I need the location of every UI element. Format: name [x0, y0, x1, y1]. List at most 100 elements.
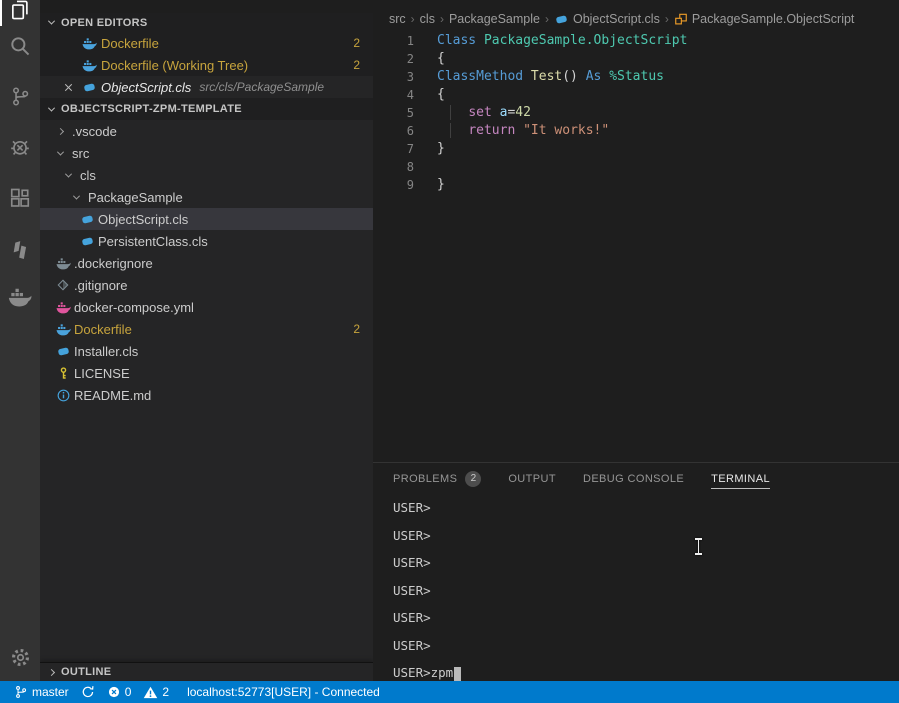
panel-tab-debug-console[interactable]: DEBUG CONSOLE — [583, 463, 684, 494]
terminal-prompt-line: USER> — [393, 494, 899, 522]
tree-item-dockerfile[interactable]: Dockerfile2 — [40, 318, 373, 340]
code-line-9[interactable]: 9} — [373, 176, 899, 194]
diamond-icon — [56, 278, 74, 292]
breadcrumb-packagesample-objectscript[interactable]: PackageSample.ObjectScript — [674, 12, 855, 26]
key-icon — [56, 366, 74, 381]
outline-section-header[interactable]: OUTLINE — [40, 662, 373, 681]
workspace-section-header[interactable]: OBJECTSCRIPT-ZPM-TEMPLATE — [40, 98, 373, 120]
breadcrumb-separator: › — [439, 12, 445, 26]
code-line-4[interactable]: 4{ — [373, 86, 899, 104]
code-line-2[interactable]: 2{ — [373, 50, 899, 68]
line-number: 3 — [373, 68, 414, 86]
code-line-7[interactable]: 7} — [373, 140, 899, 158]
code-line-1[interactable]: 1Class PackageSample.ObjectScript — [373, 32, 899, 50]
tree-item-dockerignore[interactable]: .dockerignore — [40, 252, 373, 274]
vscode-window: OPEN EDITORS Dockerfile2 Dockerfile (Wor… — [0, 0, 899, 703]
tree-item-objectscript-cls[interactable]: ObjectScript.cls — [40, 208, 373, 230]
line-number: 7 — [373, 140, 414, 158]
terminal-prompt-line: USER> — [393, 549, 899, 577]
git-branch-status[interactable]: master — [8, 681, 75, 703]
sidebar-top-strip — [40, 0, 373, 13]
cls-icon — [80, 212, 98, 227]
git-branch-icon — [14, 685, 28, 699]
cls-icon — [554, 12, 569, 27]
tree-item-packagesample[interactable]: PackageSample — [40, 186, 373, 208]
code-editor[interactable]: src›cls›PackageSample›ObjectScript.cls›P… — [373, 0, 899, 462]
panel-tab-bar: PROBLEMS2 OUTPUT DEBUG CONSOLE TERMINAL — [373, 463, 899, 494]
open-editor-objectscript-cls[interactable]: ObjectScript.clssrc/cls/PackageSample — [40, 76, 373, 98]
panel-tab-output[interactable]: OUTPUT — [508, 463, 556, 494]
cls-icon — [56, 344, 74, 359]
breadcrumb: src›cls›PackageSample›ObjectScript.cls›P… — [373, 8, 899, 30]
sync-icon — [81, 685, 95, 699]
warning-icon — [143, 685, 158, 700]
file-path-description: src/cls/PackageSample — [199, 80, 324, 94]
status-bar: master 0 2 localhost:52773[USER] - Conne… — [0, 681, 899, 703]
tree-item-src[interactable]: src — [40, 142, 373, 164]
problems-count-badge: 2 — [465, 471, 481, 487]
tree-item-gitignore[interactable]: .gitignore — [40, 274, 373, 296]
open-editors-header[interactable]: OPEN EDITORS — [40, 13, 373, 32]
breadcrumb-objectscript-cls[interactable]: ObjectScript.cls — [554, 12, 660, 27]
terminal-prompt-line: USER> — [393, 522, 899, 550]
code-line-5[interactable]: 5 set a=42 — [373, 104, 899, 122]
tree-item-cls[interactable]: cls — [40, 164, 373, 186]
terminal-input-line[interactable]: USER>zpm — [393, 659, 899, 681]
breadcrumb-src[interactable]: src — [389, 12, 406, 26]
activity-run-debug-button[interactable] — [0, 127, 40, 167]
activity-extensions-button[interactable] — [0, 178, 40, 218]
run-debug-icon — [9, 136, 31, 158]
tree-item-installer-cls[interactable]: Installer.cls — [40, 340, 373, 362]
code-line-3[interactable]: 3ClassMethod Test() As %Status — [373, 68, 899, 86]
error-icon — [107, 685, 121, 699]
whale-blue-icon — [82, 36, 97, 51]
tree-item-persistentclass-cls[interactable]: PersistentClass.cls — [40, 230, 373, 252]
search-icon — [9, 35, 31, 57]
bottom-panel: PROBLEMS2 OUTPUT DEBUG CONSOLE TERMINAL USE… — [373, 462, 899, 681]
problems-status[interactable]: 0 2 — [101, 681, 175, 703]
open-editors-list: Dockerfile2 Dockerfile (Working Tree)2Ob… — [40, 32, 373, 98]
problems-badge: 2 — [353, 36, 360, 50]
activity-search-button[interactable] — [0, 26, 40, 66]
tree-item-readme-md[interactable]: README.md — [40, 384, 373, 406]
terminal[interactable]: USER>USER>USER>USER>USER>USER>USER>zpm — [373, 494, 899, 681]
chevron-down-icon — [57, 148, 64, 155]
cls-icon — [80, 234, 98, 249]
close-icon[interactable] — [62, 81, 76, 94]
terminal-prompt-line: USER> — [393, 604, 899, 632]
tree-item-vscode[interactable]: .vscode — [40, 120, 373, 142]
breadcrumb-packagesample[interactable]: PackageSample — [449, 12, 540, 26]
editor-group: src›cls›PackageSample›ObjectScript.cls›P… — [373, 0, 899, 681]
tree-item-license[interactable]: LICENSE — [40, 362, 373, 384]
activity-docker-button[interactable] — [0, 277, 40, 317]
open-editor-dockerfile[interactable]: Dockerfile2 — [40, 32, 373, 54]
chevron-right-icon — [57, 127, 64, 134]
breadcrumb-separator: › — [664, 12, 670, 26]
explorer-icon — [9, 0, 31, 21]
activity-bar — [0, 0, 40, 681]
breadcrumb-cls[interactable]: cls — [420, 12, 435, 26]
file-tree: .vscodesrcclsPackageSampleObjectScript.c… — [40, 120, 373, 406]
open-editor-dockerfile-working-tree[interactable]: Dockerfile (Working Tree)2 — [40, 54, 373, 76]
line-number: 5 — [373, 104, 414, 122]
panel-tab-terminal[interactable]: TERMINAL — [711, 463, 770, 494]
sync-status[interactable] — [75, 681, 101, 703]
info-icon — [56, 388, 74, 403]
chevron-right-icon — [48, 668, 55, 675]
whale-blue-icon — [82, 58, 97, 73]
server-connection-status[interactable]: localhost:52773[USER] - Connected — [181, 681, 386, 703]
activity-settings-button[interactable] — [0, 637, 40, 677]
code-lines[interactable]: 1Class PackageSample.ObjectScript2{3Clas… — [373, 32, 899, 194]
code-line-6[interactable]: 6 return "It works!" — [373, 122, 899, 140]
terminal-cursor — [454, 667, 461, 681]
panel-tab-problems[interactable]: PROBLEMS2 — [393, 463, 481, 494]
symbol-class-icon — [674, 12, 688, 26]
tree-item-docker-compose-yml[interactable]: docker-compose.yml — [40, 296, 373, 318]
code-line-8[interactable]: 8 — [373, 158, 899, 176]
breadcrumb-separator: › — [410, 12, 416, 26]
line-number: 1 — [373, 32, 414, 50]
explorer-sidebar: OPEN EDITORS Dockerfile2 Dockerfile (Wor… — [40, 0, 373, 681]
activity-objectscript-button[interactable] — [0, 230, 40, 270]
activity-source-control-button[interactable] — [0, 76, 40, 116]
extensions-icon — [9, 187, 31, 209]
